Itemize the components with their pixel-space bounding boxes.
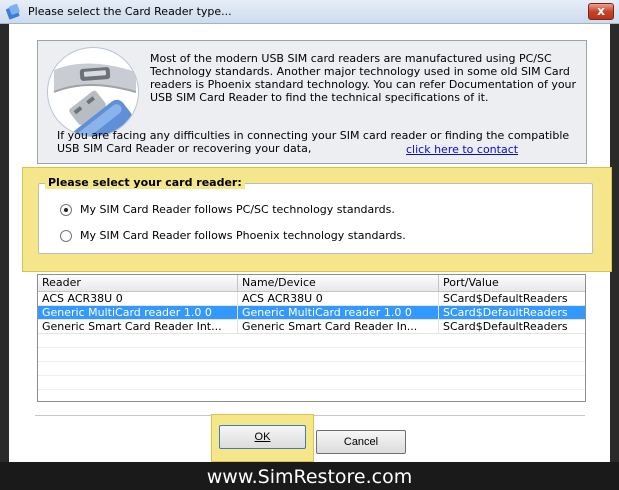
info-description: Most of the modern USB SIM card readers … [150,52,577,104]
table-cell: Generic MultiCard reader 1.0 0 [38,306,238,320]
usb-device-icon [47,47,139,137]
contact-link[interactable]: click here to contact [406,143,518,156]
empty-row [38,334,585,348]
info-panel: Most of the modern USB SIM card readers … [37,40,587,164]
table-row[interactable]: ACS ACR38U 0 ACS ACR38U 0 SCard$DefaultR… [38,292,585,306]
app-icon [6,4,20,20]
column-header-reader[interactable]: Reader [38,275,238,291]
empty-row [38,362,585,376]
reader-list-header: Reader Name/Device Port/Value [38,275,585,292]
window-title: Please select the Card Reader type... [28,5,232,18]
title-bar[interactable]: Please select the Card Reader type... x [0,0,619,24]
ok-button[interactable]: OK [219,425,306,449]
radio-phoenix[interactable]: My SIM Card Reader follows Phoenix techn… [60,229,406,242]
table-cell: ACS ACR38U 0 [38,292,238,306]
table-cell: SCard$DefaultReaders [443,306,568,319]
dialog-client-area: Most of the modern USB SIM card readers … [9,24,612,462]
card-reader-selection-highlight: Please select your card reader: My SIM C… [22,167,612,272]
column-header-name-device[interactable]: Name/Device [238,275,439,291]
ok-button-label: OK [254,431,271,443]
table-cell: SCard$DefaultReaders [443,292,568,305]
radio-pcsc-label: My SIM Card Reader follows PC/SC technol… [80,203,395,216]
card-reader-group-legend: Please select your card reader: [45,176,245,189]
table-row[interactable]: Generic Smart Card Reader Int... Generic… [38,320,585,334]
empty-row [38,348,585,362]
empty-row [38,376,585,390]
radio-pcsc[interactable]: My SIM Card Reader follows PC/SC technol… [60,203,395,216]
table-cell: ACS ACR38U 0 [238,292,439,306]
close-icon: x [597,4,605,18]
reader-list[interactable]: Reader Name/Device Port/Value ACS ACR38U… [37,274,586,402]
radio-pcsc-indicator[interactable] [60,203,72,216]
footer-banner: www.SimRestore.com [0,462,619,490]
close-button[interactable]: x [588,3,614,20]
table-cell: Generic Smart Card Reader Int... [38,320,238,334]
footer-website: www.SimRestore.com [206,466,413,488]
dialog-window: Please select the Card Reader type... x [0,0,619,462]
radio-phoenix-indicator[interactable] [60,229,72,242]
cancel-button[interactable]: Cancel [316,430,406,454]
table-cell: Generic MultiCard reader 1.0 0 [238,306,439,320]
card-reader-group: Please select your card reader: My SIM C… [38,176,593,254]
cancel-button-label: Cancel [343,436,379,448]
table-row-selected[interactable]: Generic MultiCard reader 1.0 0 Generic M… [38,306,585,320]
column-header-port-value[interactable]: Port/Value [439,275,585,291]
table-cell: SCard$DefaultReaders [443,320,568,333]
radio-phoenix-label: My SIM Card Reader follows Phoenix techn… [80,229,406,242]
table-cell: Generic Smart Card Reader In... [238,320,439,334]
